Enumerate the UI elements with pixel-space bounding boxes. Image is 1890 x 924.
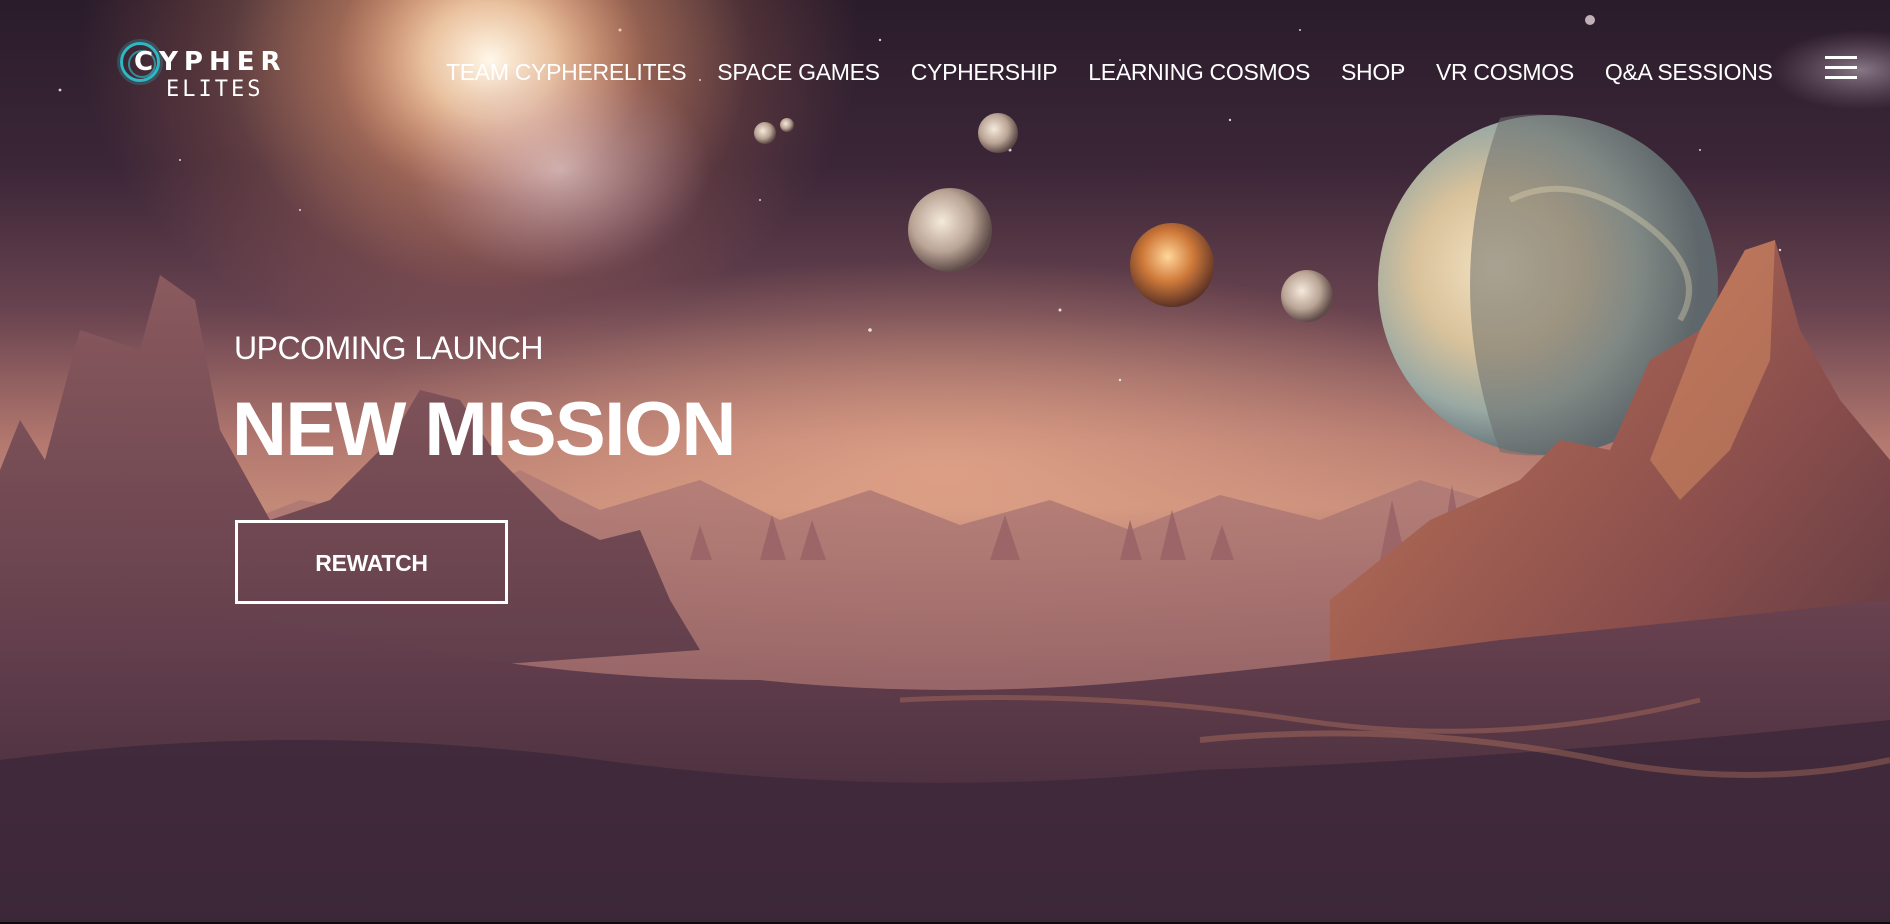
nav-item-team-cypherelites[interactable]: TEAM CYPHERELITES — [446, 56, 687, 88]
hero-background-image: CYPHER ELITES TEAM CYPHERELITES SPACE GA… — [0, 0, 1890, 922]
small-planet — [1281, 270, 1333, 322]
nav-item-learning-cosmos[interactable]: LEARNING COSMOS — [1088, 56, 1310, 88]
nav-item-vr-cosmos[interactable]: VR COSMOS — [1436, 56, 1574, 88]
page: CYPHER ELITES TEAM CYPHERELITES SPACE GA… — [0, 0, 1890, 924]
nav-item-qa-sessions[interactable]: Q&A SESSIONS — [1605, 56, 1773, 88]
orange-planet — [1130, 223, 1214, 307]
hamburger-menu-icon[interactable] — [1825, 56, 1857, 80]
rewatch-button[interactable]: REWATCH — [235, 520, 508, 604]
nav-item-shop[interactable]: SHOP — [1341, 56, 1405, 88]
small-planet — [908, 188, 992, 272]
main-navigation: TEAM CYPHERELITES SPACE GAMES CYPHERSHIP… — [446, 56, 1773, 88]
logo-wordmark-bottom: ELITES — [166, 77, 264, 102]
hero-headline: NEW MISSION — [232, 387, 736, 472]
nav-item-cyphership[interactable]: CYPHERSHIP — [911, 56, 1058, 88]
hero-eyebrow: UPCOMING LAUNCH — [234, 330, 543, 366]
brand-logo[interactable]: CYPHER ELITES — [120, 40, 300, 104]
nav-item-space-games[interactable]: SPACE GAMES — [717, 56, 880, 88]
small-planet — [978, 113, 1018, 153]
logo-wordmark-top: CYPHER — [134, 47, 287, 77]
